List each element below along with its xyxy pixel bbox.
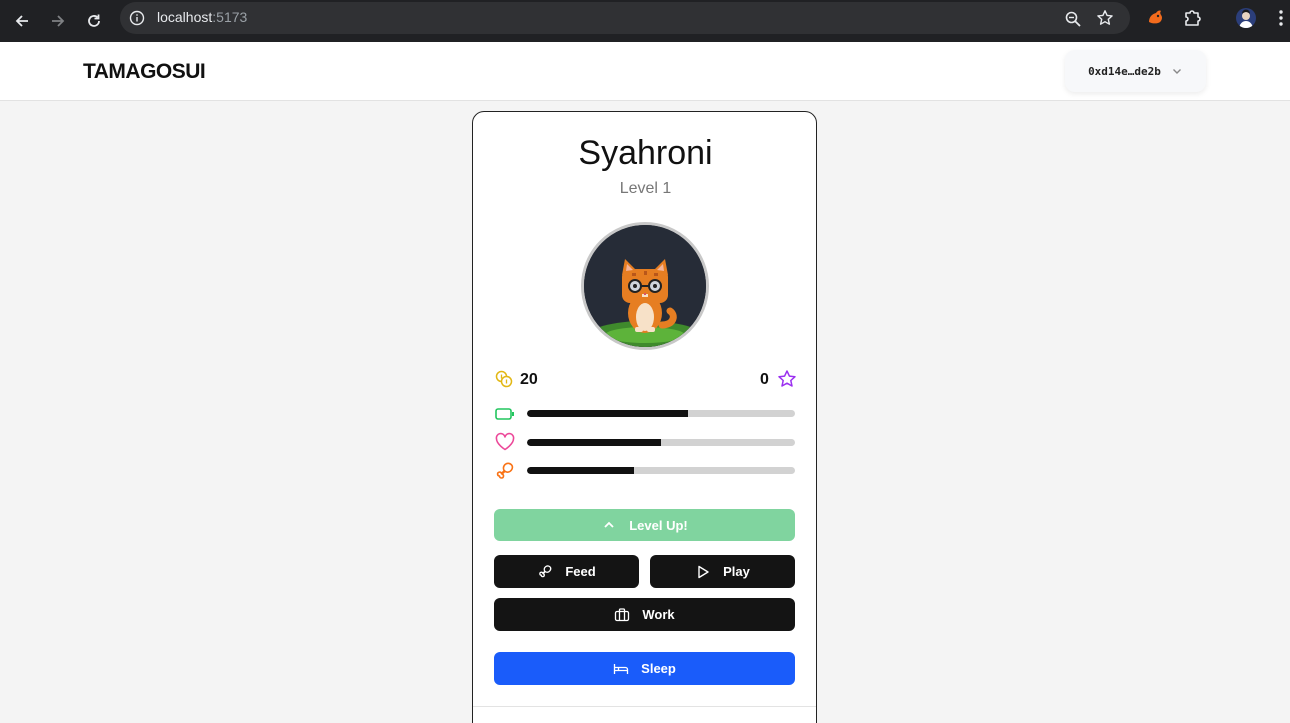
- zoom-icon[interactable]: [1064, 10, 1082, 28]
- card-divider: [473, 706, 816, 707]
- chevron-up-icon: [604, 521, 614, 528]
- hunger-bar-fill: [527, 467, 635, 474]
- happiness-bar: [527, 439, 795, 446]
- briefcase-icon: [615, 607, 630, 621]
- drumstick-icon: [539, 564, 552, 577]
- address-bar[interactable]: localhost:5173: [120, 2, 1130, 34]
- wallet-address: 0xd14e…de2b: [1088, 64, 1161, 78]
- pet-card: Syahroni Level 1 20 0 Level Up! Feed Pla…: [472, 111, 817, 723]
- play-label: Play: [723, 564, 750, 579]
- feed-button[interactable]: Feed: [494, 555, 639, 588]
- browser-toolbar: localhost:5173: [0, 0, 1290, 42]
- coins-icon: [495, 370, 513, 388]
- bed-icon: [614, 663, 629, 674]
- play-button[interactable]: Play: [650, 555, 795, 588]
- energy-bar: [527, 410, 795, 417]
- sleep-label: Sleep: [641, 661, 676, 676]
- forward-icon: [52, 15, 65, 27]
- pet-name: Syahroni: [578, 134, 713, 172]
- work-button[interactable]: Work: [494, 598, 795, 631]
- reload-button[interactable]: [80, 7, 108, 35]
- cat-image: [584, 225, 706, 347]
- heart-icon: [495, 432, 515, 451]
- extension-icon[interactable]: [1146, 8, 1166, 28]
- star-icon: [778, 370, 796, 387]
- forward-button[interactable]: [44, 7, 72, 35]
- reload-icon: [88, 14, 100, 27]
- brand-logo[interactable]: TAMAGOSUI: [83, 60, 206, 84]
- level-up-label: Level Up!: [629, 517, 688, 533]
- happiness-bar-fill: [527, 439, 661, 446]
- sleep-button[interactable]: Sleep: [494, 652, 795, 685]
- chevron-down-icon: [1172, 69, 1181, 74]
- feed-label: Feed: [565, 564, 596, 579]
- url-text: localhost:5173: [157, 9, 247, 25]
- pet-portrait: [581, 222, 709, 350]
- energy-bar-fill: [527, 410, 688, 417]
- work-label: Work: [642, 607, 675, 622]
- play-icon: [698, 565, 709, 578]
- pet-level: Level 1: [619, 180, 672, 197]
- profile-avatar[interactable]: [1236, 8, 1256, 28]
- coin-count: 20: [520, 371, 538, 388]
- battery-icon: [495, 408, 514, 420]
- url-host: localhost: [157, 9, 213, 25]
- back-icon: [15, 15, 28, 27]
- back-button[interactable]: [8, 7, 36, 35]
- drumstick-icon: [496, 462, 514, 479]
- bookmark-star-icon[interactable]: [1096, 9, 1114, 27]
- url-port: :5173: [212, 9, 248, 25]
- level-up-button[interactable]: Level Up!: [494, 509, 795, 541]
- experience-count: 0: [760, 371, 769, 388]
- menu-icon[interactable]: [1274, 8, 1288, 28]
- puzzle-icon[interactable]: [1183, 8, 1203, 28]
- site-info-icon[interactable]: [129, 10, 145, 26]
- app-header: TAMAGOSUI 0xd14e…de2b: [0, 42, 1290, 101]
- hunger-bar: [527, 467, 795, 474]
- wallet-button[interactable]: 0xd14e…de2b: [1065, 50, 1206, 92]
